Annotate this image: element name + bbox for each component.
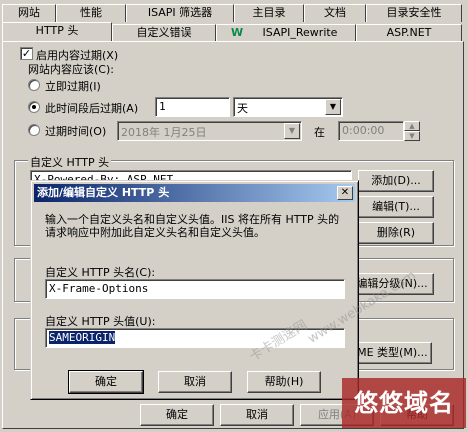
dialog-cancel-button[interactable]: 取消 xyxy=(158,371,232,393)
header-value-selected-text: SAMEORIGIN xyxy=(49,331,116,344)
tab-isapi-rewrite-label: ISAPI_Rewrite xyxy=(262,26,338,39)
expire-after-unit-value: 天 xyxy=(237,102,248,115)
radio-expire-on[interactable] xyxy=(28,124,40,136)
cancel-button[interactable]: 取消 xyxy=(220,404,294,426)
dialog-title: 添加/编辑自定义 HTTP 头 xyxy=(37,186,170,199)
custom-headers-label: 自定义 HTTP 头 xyxy=(28,154,112,170)
tab-website[interactable]: 网站 xyxy=(2,4,56,22)
dialog-description: 输入一个自定义头名和自定义头值。IIS 将在所有 HTTP 头的请求响应中附加此… xyxy=(45,213,340,239)
tab-performance[interactable]: 性能 xyxy=(56,4,126,22)
close-icon[interactable]: ✕ xyxy=(337,186,353,200)
expiration-group-label: 网站内容应该(C): xyxy=(28,63,114,76)
chevron-down-icon[interactable]: ▼ xyxy=(325,99,341,115)
tab-aspnet[interactable]: ASP.NET xyxy=(356,24,462,42)
tab-directory-security[interactable]: 目录安全性 xyxy=(366,4,462,22)
enable-expiration-checkbox[interactable]: ✓ xyxy=(20,47,33,60)
tab-custom-errors[interactable]: 自定义错误 xyxy=(112,24,216,42)
expire-after-unit-select[interactable]: 天 ▼ xyxy=(233,97,343,117)
expire-on-label: 过期时间(O) xyxy=(45,125,107,138)
expire-on-date-value: 2018年 1月25日 xyxy=(121,126,207,139)
brand-logo: 悠悠域名 xyxy=(342,378,466,428)
ok-button[interactable]: 确定 xyxy=(140,404,214,426)
tab-home-directory[interactable]: 主目录 xyxy=(234,4,304,22)
tab-documents[interactable]: 文档 xyxy=(304,4,366,22)
time-spin-up-icon[interactable]: ▲ xyxy=(404,121,420,131)
expire-immediately-label: 立即过期(I) xyxy=(45,80,101,93)
radio-expire-immediately[interactable] xyxy=(28,79,40,91)
header-name-input[interactable]: X-Frame-Options xyxy=(45,279,345,299)
tab-isapi-filters[interactable]: ISAPI 筛选器 xyxy=(126,4,234,22)
dialog-ok-button[interactable]: 确定 xyxy=(68,370,144,394)
header-value-label: 自定义 HTTP 头值(U): xyxy=(45,315,156,328)
tab-isapi-rewrite[interactable]: W ISAPI_Rewrite xyxy=(216,24,356,42)
isapi-rewrite-icon: W xyxy=(231,26,244,39)
edit-header-dialog: 添加/编辑自定义 HTTP 头 ✕ 输入一个自定义头名和自定义头值。IIS 将在… xyxy=(30,180,359,400)
expire-on-time-value: 0:00:00 xyxy=(342,124,385,137)
radio-expire-after[interactable] xyxy=(28,101,40,113)
tab-http-headers[interactable]: HTTP 头 xyxy=(2,22,112,42)
time-spin-down-icon[interactable]: ▼ xyxy=(404,131,420,141)
header-name-label: 自定义 HTTP 头名(C): xyxy=(45,266,156,279)
expire-after-label: 此时间段后过期(A) xyxy=(45,102,139,115)
expire-on-time-input[interactable]: 0:00:00 xyxy=(338,121,404,141)
dialog-help-button[interactable]: 帮助(H) xyxy=(247,371,321,393)
add-header-button[interactable]: 添加(D)... xyxy=(358,170,434,192)
calendar-dropdown-icon[interactable]: ▼ xyxy=(284,123,300,139)
dialog-titlebar[interactable]: 添加/编辑自定义 HTTP 头 ✕ xyxy=(34,184,355,202)
delete-header-button[interactable]: 删除(R) xyxy=(358,222,434,244)
edit-header-button[interactable]: 编辑(T)... xyxy=(358,196,434,218)
expire-after-value-input[interactable]: 1 xyxy=(155,97,230,117)
at-label: 在 xyxy=(314,126,325,139)
expire-on-date-picker[interactable]: 2018年 1月25日 ▼ xyxy=(117,121,302,141)
